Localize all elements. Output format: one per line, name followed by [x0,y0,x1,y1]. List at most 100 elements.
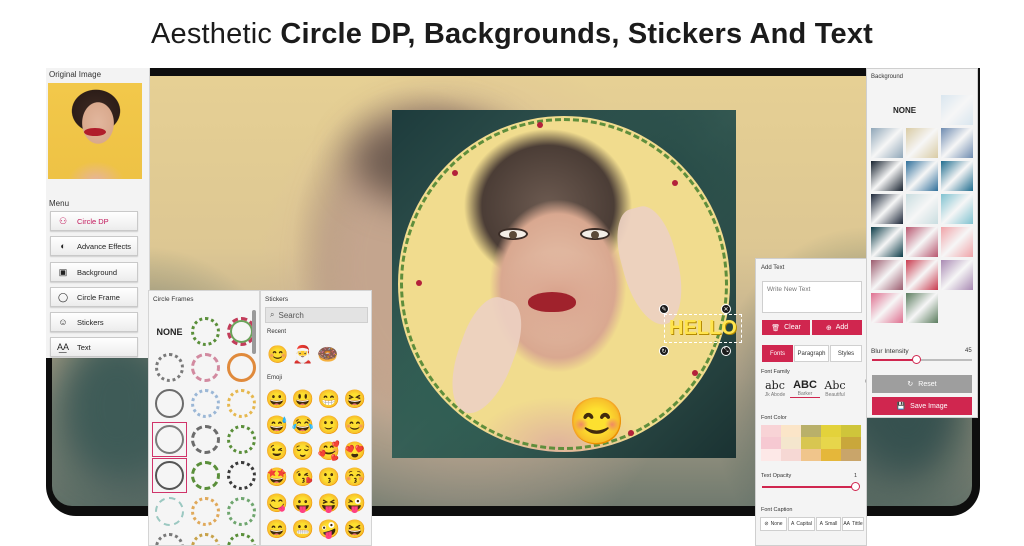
frames-scrollbar[interactable] [252,310,256,354]
background-thumbnail[interactable] [941,227,973,257]
color-swatch[interactable] [841,449,861,461]
menu-item-stickers[interactable]: ☺ Stickers [50,312,138,332]
color-swatch[interactable] [821,425,841,437]
emoji-sticker-option[interactable]: 😃 [291,387,315,411]
color-swatch[interactable] [761,437,781,449]
color-swatch[interactable] [801,437,821,449]
font-option[interactable]: abc Jk Abode [760,379,790,398]
photo-canvas[interactable] [392,110,736,458]
menu-item-circle-frame[interactable]: ◯ Circle Frame [50,287,138,307]
frame-option[interactable] [189,423,222,456]
emoji-sticker-option[interactable]: 🤩 [265,465,289,489]
background-thumbnail[interactable] [871,293,903,323]
emoji-sticker-option[interactable]: 😊 [343,413,367,437]
frame-option[interactable] [189,315,222,348]
background-thumbnail[interactable] [941,161,973,191]
frame-option[interactable] [225,459,258,492]
background-thumbnail[interactable] [906,128,938,158]
emoji-sticker-option[interactable]: 😆 [343,387,367,411]
opacity-slider-knob[interactable] [851,482,860,491]
frame-option[interactable] [225,351,258,384]
frame-option[interactable] [153,387,186,420]
color-swatch[interactable] [821,449,841,461]
frame-option[interactable] [189,459,222,492]
emoji-sticker-option[interactable]: 😝 [317,491,341,515]
caption-option[interactable]: A Capital [788,517,815,531]
background-thumbnail[interactable] [871,128,903,158]
color-swatch[interactable] [841,425,861,437]
menu-item-background[interactable]: ▣ Background [50,262,138,282]
emoji-sticker-option[interactable]: 😅 [265,413,289,437]
tab-fonts[interactable]: Fonts [762,345,793,362]
emoji-sticker-option[interactable]: 🤪 [317,517,341,541]
emoji-sticker-option[interactable]: 😚 [343,465,367,489]
tab-styles[interactable]: Styles [830,345,862,362]
emoji-sticker-option[interactable]: 😋 [265,491,289,515]
recent-sticker[interactable]: 😊 [267,345,288,365]
frame-option[interactable] [152,458,187,493]
color-swatch[interactable] [761,449,781,461]
caption-option[interactable]: ⊘ None [760,517,787,531]
emoji-sticker-option[interactable]: 😁 [317,387,341,411]
resize-handle-icon[interactable]: ⤡ [721,346,731,356]
background-thumbnail[interactable] [871,194,903,224]
emoji-sticker-option[interactable]: 🥰 [317,439,341,463]
new-text-input[interactable]: Write New Text [762,281,862,313]
background-thumbnail[interactable] [906,161,938,191]
background-thumbnail[interactable] [906,260,938,290]
emoji-sticker-option[interactable]: 🙂 [317,413,341,437]
font-option[interactable]: ABC Barker [790,379,820,398]
emoji-sticker-option[interactable]: 😬 [291,517,315,541]
emoji-sticker-option[interactable]: 😄 [265,517,289,541]
color-swatch[interactable] [781,425,801,437]
frame-option[interactable] [225,531,258,545]
color-swatch[interactable] [781,437,801,449]
frame-option[interactable] [189,495,222,528]
background-thumbnail[interactable] [906,194,938,224]
frame-option[interactable] [225,423,258,456]
menu-item-circle-dp[interactable]: ⚇ Circle DP [50,211,138,231]
tab-paragraph[interactable]: Paragraph [794,345,829,362]
color-swatch[interactable] [801,425,821,437]
sticker-search-input[interactable]: ⌕ Search [265,307,368,323]
emoji-sticker-option[interactable]: 😍 [343,439,367,463]
text-sticker-hello[interactable]: HELLO [664,314,742,343]
clear-button[interactable]: 🗑 Clear [762,320,810,335]
emoji-sticker[interactable]: 😊 [568,398,625,444]
background-thumbnail[interactable] [871,260,903,290]
frame-option[interactable] [153,495,186,528]
add-button[interactable]: ⊕ Add [812,320,862,335]
emoji-sticker-option[interactable]: 😌 [291,439,315,463]
menu-item-advance-effects[interactable]: ◐ Advance Effects [50,236,138,256]
emoji-sticker-option[interactable]: 😜 [343,491,367,515]
reset-button[interactable]: ↻ Reset [872,375,972,393]
recent-sticker[interactable]: 🎅 [292,345,313,365]
frame-option[interactable] [189,531,222,545]
emoji-sticker-option[interactable]: 😉 [265,439,289,463]
caption-option[interactable]: AA Tittle [842,517,864,531]
color-swatch[interactable] [781,449,801,461]
frame-option[interactable] [189,387,222,420]
menu-item-text[interactable]: A͟A Text [50,337,138,357]
frame-option[interactable] [153,531,186,545]
background-thumbnail[interactable] [941,95,973,125]
save-image-button[interactable]: 💾 Save Image [872,397,972,415]
color-swatch[interactable] [821,437,841,449]
font-option[interactable]: Abc Beautiful [820,379,850,398]
background-thumbnail[interactable] [941,260,973,290]
blur-slider-knob[interactable] [912,355,921,364]
color-swatch[interactable] [801,449,821,461]
emoji-sticker-option[interactable]: 😛 [291,491,315,515]
emoji-sticker-option[interactable]: 😗 [317,465,341,489]
color-swatch[interactable] [761,425,781,437]
color-swatch[interactable] [841,437,861,449]
background-thumbnail[interactable] [906,293,938,323]
font-option[interactable]: G [852,379,866,385]
emoji-sticker-option[interactable]: 😀 [265,387,289,411]
frame-option[interactable] [152,422,187,457]
frame-option[interactable] [153,351,186,384]
edit-handle-icon[interactable]: ✎ [659,304,669,314]
original-image-thumbnail[interactable] [48,83,142,179]
frame-option[interactable] [225,495,258,528]
background-thumbnail[interactable] [941,128,973,158]
